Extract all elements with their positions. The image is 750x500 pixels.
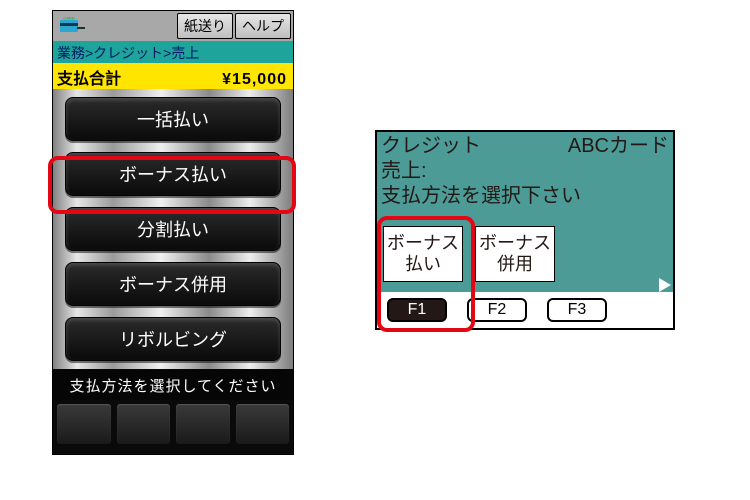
- svg-text:CARD: CARD: [63, 16, 74, 21]
- fkey-row: F1 F2 F3: [377, 292, 673, 328]
- prompt-text: 支払方法を選択してください: [53, 369, 293, 400]
- option-lump-sum[interactable]: 一括払い: [65, 97, 281, 141]
- fkey-f1[interactable]: F1: [387, 298, 447, 322]
- fkey-f2[interactable]: F2: [467, 298, 527, 322]
- terminal-screen: CARD 紙送り ヘルプ 業務>クレジット>売上 支払合計 ¥15,000 一括…: [52, 10, 294, 455]
- option-installment[interactable]: 分割払い: [65, 207, 281, 251]
- payment-method-list: 一括払い ボーナス払い 分割払い ボーナス併用 リボルビング: [53, 89, 293, 369]
- total-amount: ¥15,000: [222, 71, 287, 89]
- option-bonus[interactable]: ボーナス払い: [65, 152, 281, 196]
- softkey-3[interactable]: [176, 404, 230, 444]
- sub-option-bonus-combo[interactable]: ボーナス 併用: [475, 226, 555, 282]
- sub-header-left: クレジット: [381, 134, 481, 159]
- sub-display-screen: クレジット ABCカード 売上: 支払方法を選択下さい ボーナス 払い ボーナス…: [377, 132, 673, 292]
- sub-option-bonus[interactable]: ボーナス 払い: [383, 226, 463, 282]
- title-bar: CARD 紙送り ヘルプ: [53, 11, 293, 41]
- payment-total-bar: 支払合計 ¥15,000: [53, 63, 293, 89]
- softkey-2[interactable]: [117, 404, 171, 444]
- option-bonus-combo[interactable]: ボーナス併用: [65, 262, 281, 306]
- option-revolving[interactable]: リボルビング: [65, 317, 281, 361]
- softkey-4[interactable]: [236, 404, 290, 444]
- sub-line-3: 支払方法を選択下さい: [381, 184, 669, 209]
- breadcrumb: 業務>クレジット>売上: [53, 41, 293, 63]
- fkey-f3[interactable]: F3: [547, 298, 607, 322]
- sub-option-row: ボーナス 払い ボーナス 併用: [383, 226, 555, 282]
- paper-feed-button[interactable]: 紙送り: [177, 13, 233, 39]
- sub-header-right: ABCカード: [568, 134, 669, 159]
- sub-display: クレジット ABCカード 売上: 支払方法を選択下さい ボーナス 払い ボーナス…: [375, 130, 675, 330]
- card-icon: CARD: [53, 11, 93, 41]
- total-label: 支払合計: [57, 65, 121, 89]
- sub-line-2: 売上:: [381, 159, 669, 184]
- help-button[interactable]: ヘルプ: [235, 13, 291, 39]
- softkey-1[interactable]: [57, 404, 111, 444]
- softkey-row: [53, 400, 293, 454]
- right-arrow-icon[interactable]: [659, 278, 671, 292]
